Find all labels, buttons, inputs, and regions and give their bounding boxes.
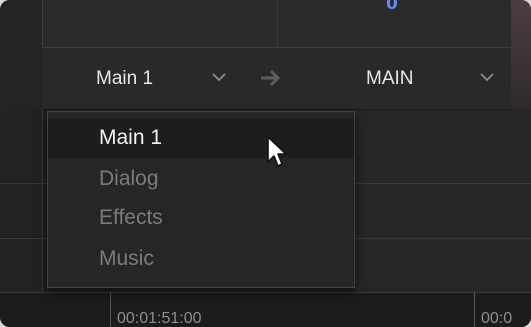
chevron-down-icon[interactable]	[478, 66, 496, 88]
timeline-tick	[474, 292, 475, 327]
dropdown-item-effects[interactable]: Effects	[48, 198, 354, 238]
chevron-down-icon[interactable]	[210, 66, 228, 88]
clip-thumbnail-strip	[511, 0, 531, 109]
mouse-cursor-icon	[267, 136, 287, 167]
dropdown-item-dialog[interactable]: Dialog	[48, 159, 354, 199]
meter-row	[0, 0, 531, 48]
chevron-down-icon	[212, 73, 226, 82]
timeline-tick	[110, 292, 111, 327]
meter-value: 0	[386, 0, 398, 14]
chevron-down-icon	[480, 73, 494, 82]
route-arrow-icon	[258, 65, 284, 98]
destination-bus-selector[interactable]: MAIN	[366, 68, 414, 90]
header-left-column	[0, 0, 43, 109]
track-lane-right	[354, 110, 531, 292]
timecode-label: 00:0	[481, 310, 513, 327]
timeline-ruler[interactable]	[0, 292, 531, 327]
dropdown-item-main-1[interactable]: Main 1	[48, 118, 354, 158]
track-header-column	[0, 110, 43, 292]
column-divider	[277, 0, 278, 47]
arrow-right-icon	[261, 69, 281, 87]
timecode-label: 00:01:51:00	[117, 310, 202, 327]
bus-dropdown-menu: Main 1 Dialog Effects Music	[47, 111, 355, 288]
app-window: 0 Main 1 MAIN 00:01:51:00 00:0 Main 1 Di…	[0, 0, 531, 327]
source-bus-selector[interactable]: Main 1	[96, 68, 153, 90]
dropdown-item-music[interactable]: Music	[48, 239, 354, 279]
